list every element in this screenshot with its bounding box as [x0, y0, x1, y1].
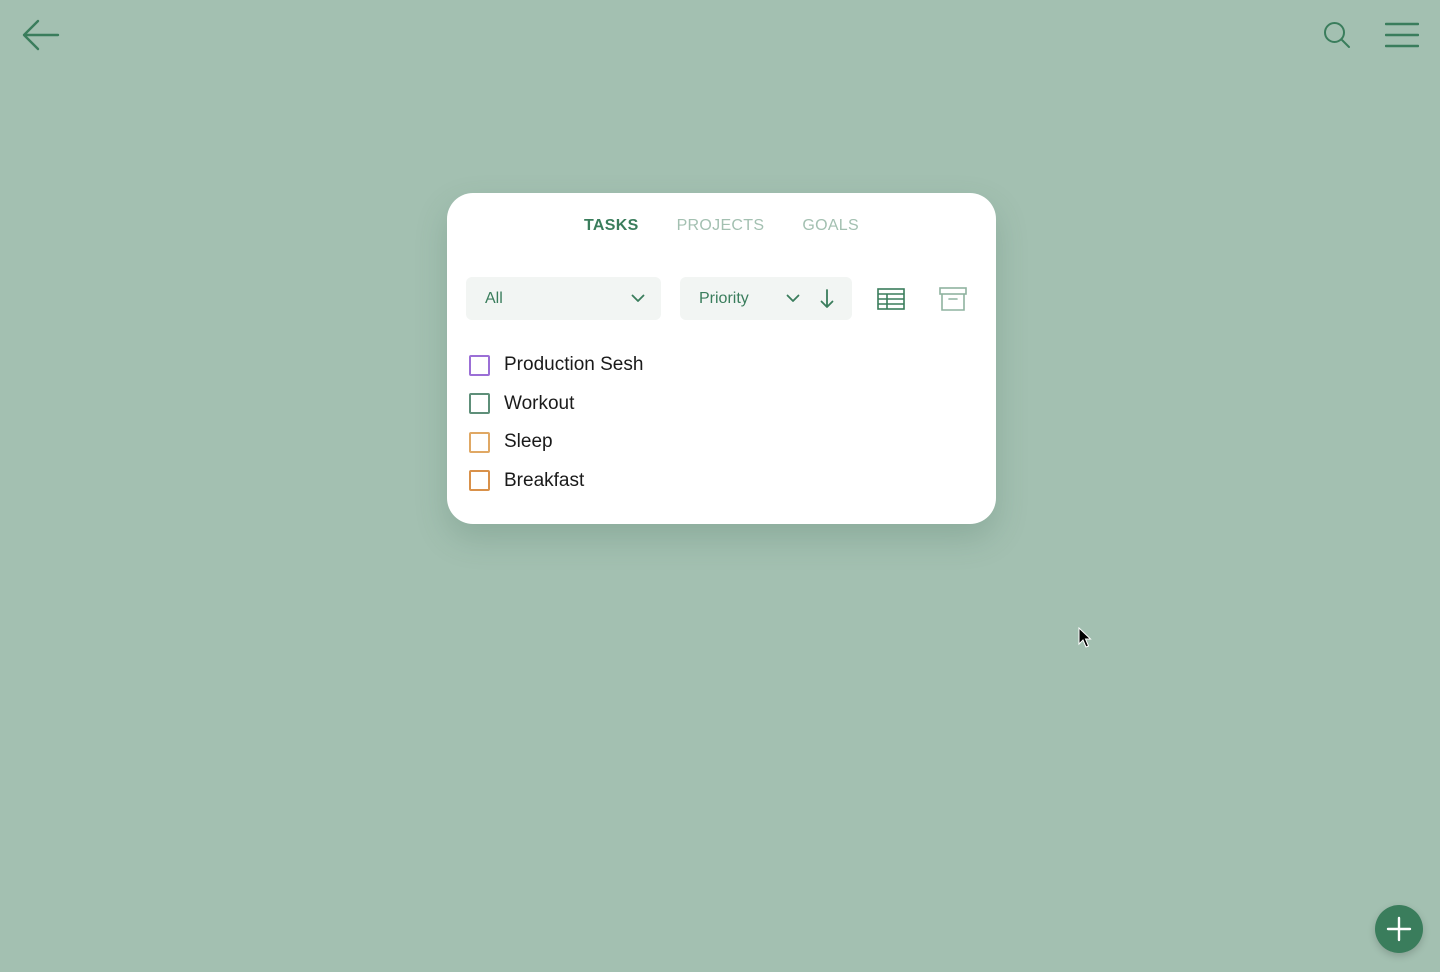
filter-dropdown[interactable]: All	[466, 277, 661, 320]
tab-projects[interactable]: PROJECTS	[658, 217, 784, 235]
tab-tasks[interactable]: TASKS	[565, 217, 658, 235]
sort-control: Priority	[680, 277, 852, 320]
arrow-down-icon	[820, 288, 834, 308]
add-button[interactable]	[1375, 905, 1423, 953]
table-icon	[877, 288, 905, 310]
plus-icon	[1386, 916, 1412, 942]
chevron-down-icon	[786, 294, 800, 302]
task-label: Production Sesh	[504, 354, 644, 376]
task-label: Sleep	[504, 431, 553, 453]
task-item[interactable]: Sleep	[469, 423, 643, 462]
task-label: Breakfast	[504, 469, 585, 491]
hamburger-icon	[1385, 22, 1419, 48]
task-item[interactable]: Workout	[469, 385, 643, 424]
table-view-button[interactable]	[873, 281, 909, 317]
tasks-card: TASKS PROJECTS GOALS All Priority Produc…	[447, 193, 996, 524]
tab-goals[interactable]: GOALS	[783, 217, 878, 235]
task-checkbox[interactable]	[469, 393, 490, 415]
search-icon	[1324, 22, 1350, 48]
back-button[interactable]	[16, 14, 64, 56]
sort-selected-value: Priority	[699, 289, 749, 307]
task-checkbox[interactable]	[469, 354, 490, 376]
task-checkbox[interactable]	[469, 470, 490, 492]
task-list: Production Sesh Workout Sleep Breakfast	[469, 346, 643, 500]
archive-button[interactable]	[935, 281, 971, 317]
chevron-down-icon	[631, 294, 645, 302]
search-button[interactable]	[1316, 14, 1358, 56]
sort-dropdown[interactable]: Priority	[680, 277, 800, 320]
task-item[interactable]: Production Sesh	[469, 346, 643, 385]
menu-button[interactable]	[1378, 14, 1426, 56]
sort-direction-button[interactable]	[806, 277, 848, 320]
filter-selected-value: All	[485, 289, 503, 307]
task-item[interactable]: Breakfast	[469, 462, 643, 501]
task-label: Workout	[504, 392, 575, 414]
arrow-left-icon	[22, 19, 60, 51]
tab-bar: TASKS PROJECTS GOALS	[447, 217, 996, 235]
archive-icon	[939, 287, 967, 311]
mouse-cursor-icon	[1078, 627, 1092, 648]
task-checkbox[interactable]	[469, 431, 490, 453]
